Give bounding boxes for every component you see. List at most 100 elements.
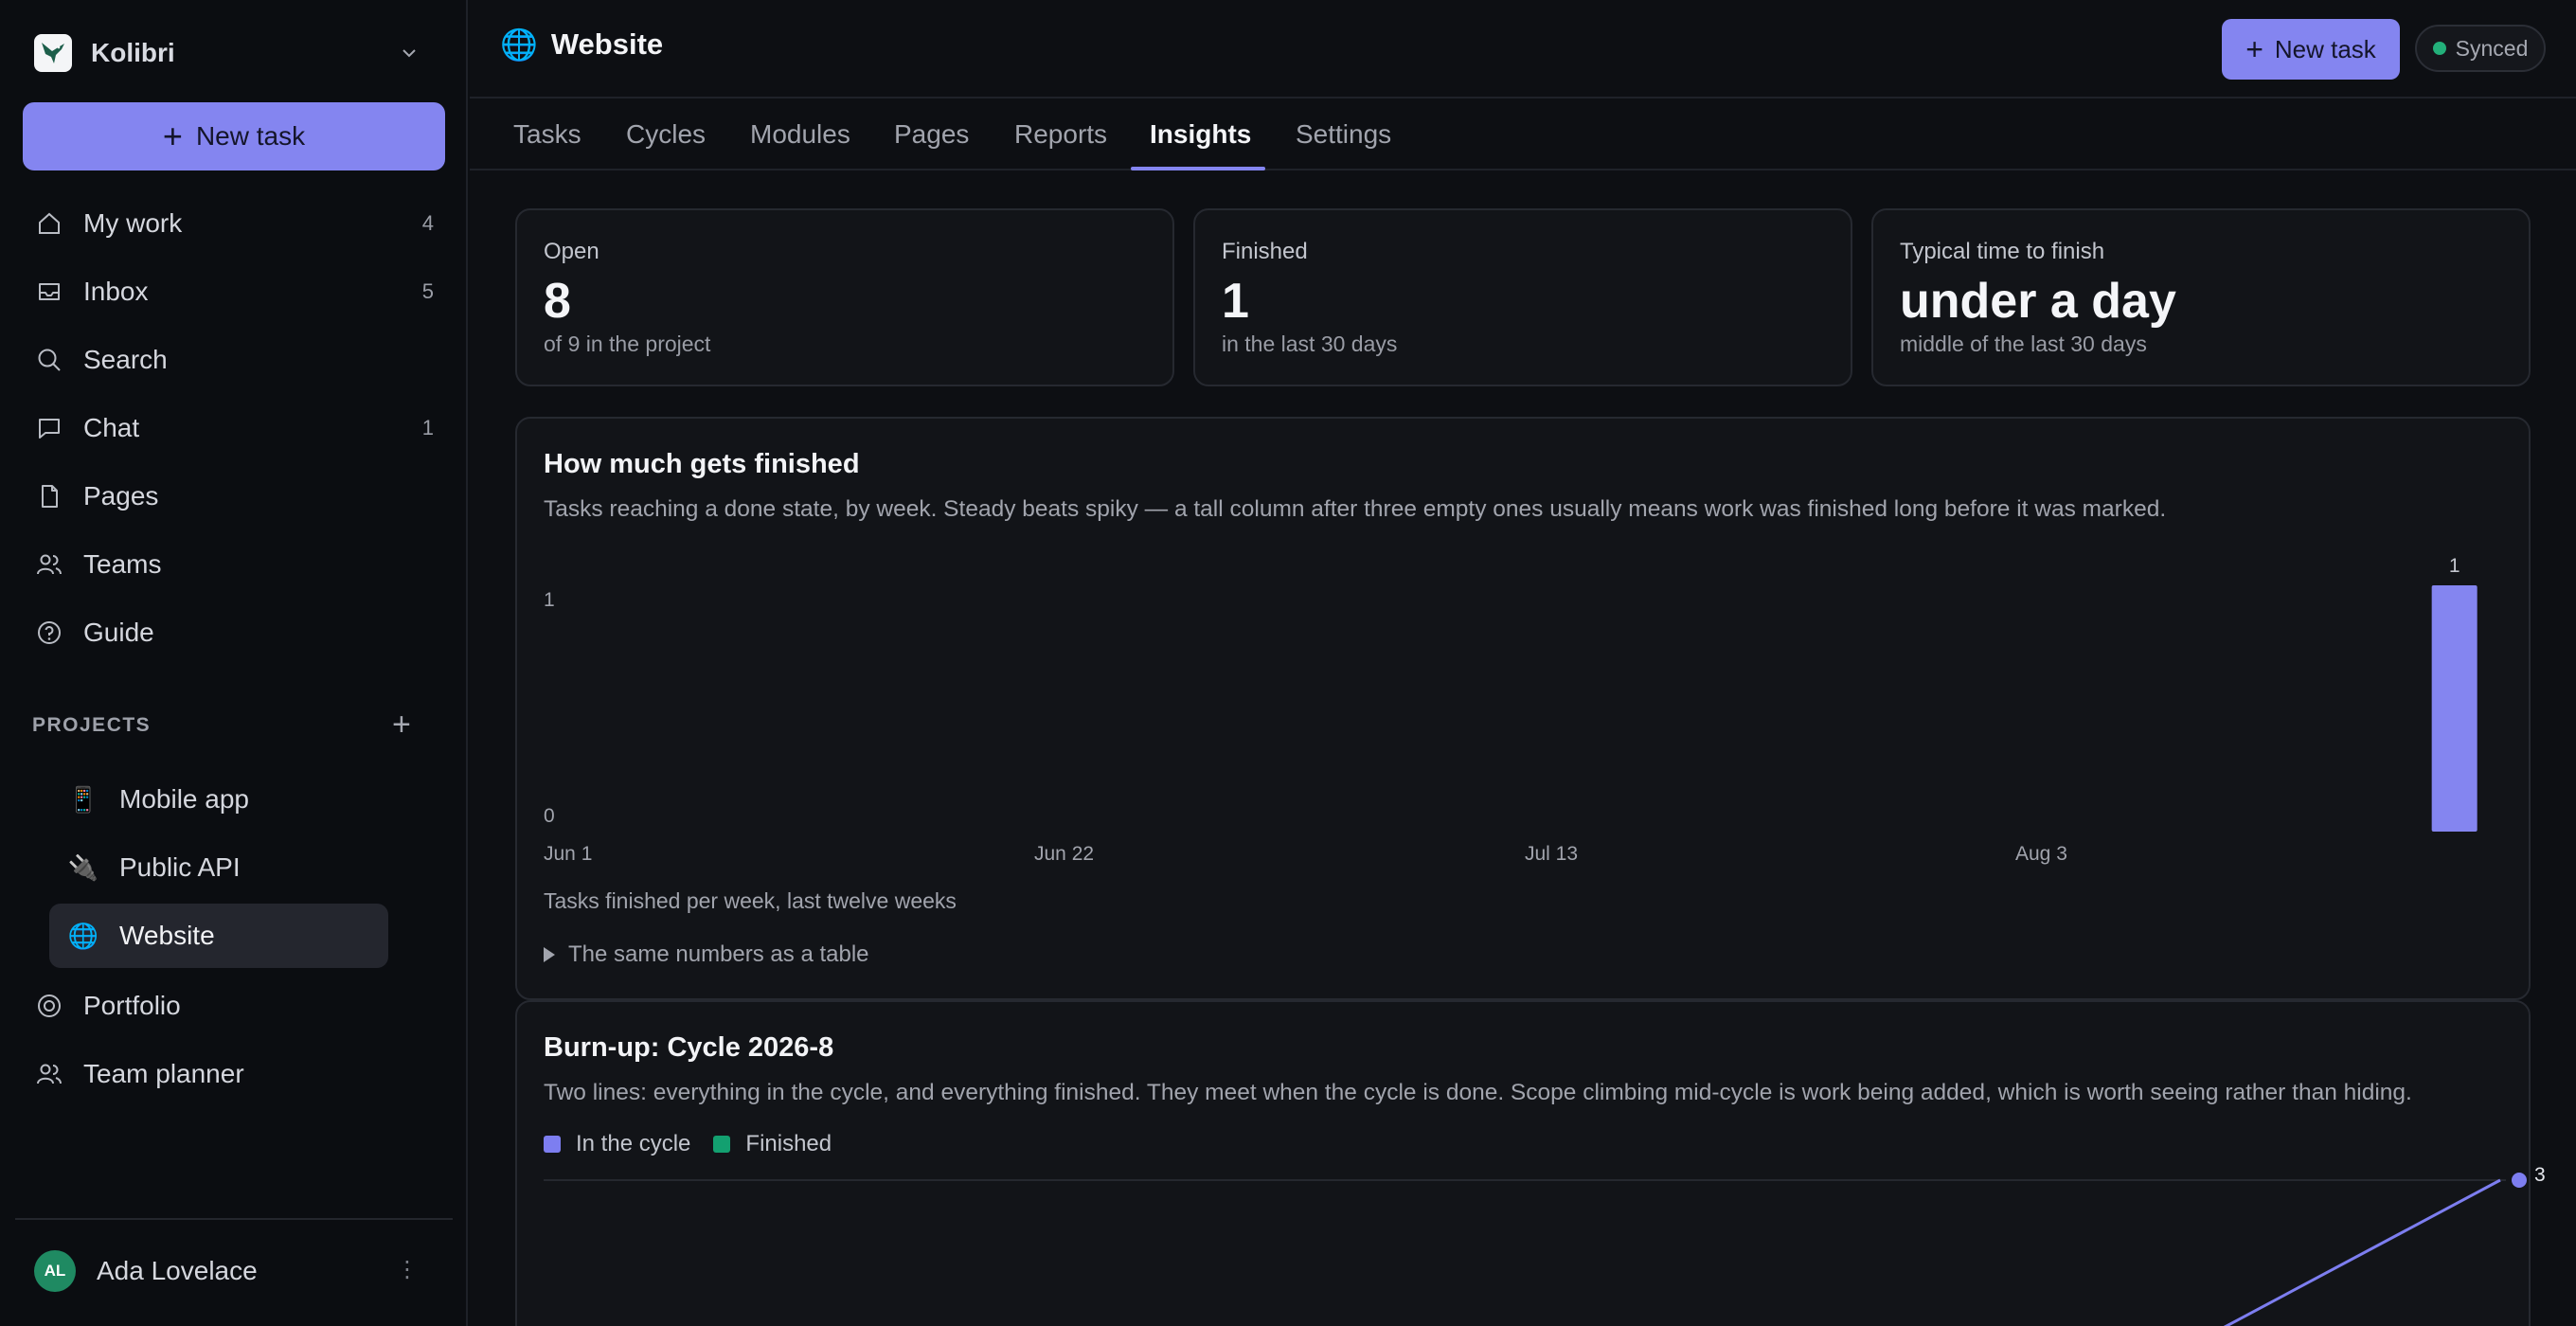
stat-subtext: middle of the last 30 days	[1900, 332, 2147, 356]
sidebar-item-label: My work	[83, 208, 183, 238]
sidebar-item-label: Team planner	[83, 1059, 244, 1088]
plus-icon: +	[2245, 32, 2263, 66]
sidebar-item-teams[interactable]: Teams	[34, 540, 441, 589]
count-badge: 5	[421, 279, 434, 303]
status-dot-icon	[2432, 42, 2446, 55]
chevron-down-icon[interactable]	[400, 44, 419, 67]
sidebar-item-label: Portfolio	[83, 991, 181, 1020]
project-item-mobile-app[interactable]: 📱 Mobile app	[49, 767, 388, 832]
plug-icon: 🔌	[67, 852, 99, 882]
page-title: 🌐 Website	[500, 27, 663, 63]
finished-bar-chart: 1 0 1 Jun 1 Jun 22 Jul 13 Aug 3	[544, 555, 2478, 865]
top-bar: 🌐 Website + New task Synced	[470, 0, 2576, 99]
projects-heading: PROJECTS	[32, 714, 152, 736]
tab-modules[interactable]: Modules	[750, 99, 850, 170]
sidebar-item-portfolio[interactable]: Portfolio	[34, 981, 441, 1030]
project-label: Mobile app	[119, 784, 249, 814]
sync-status-text: Synced	[2455, 35, 2529, 61]
hummingbird-logo-icon	[34, 34, 72, 72]
tab-insights[interactable]: Insights	[1150, 99, 1251, 170]
new-task-label: New task	[195, 121, 306, 151]
sidebar-item-my-work[interactable]: My work 4	[34, 199, 441, 248]
sidebar-item-label: Pages	[83, 481, 159, 511]
stat-card-time-to-finish: Typical time to finish under a day middl…	[1871, 208, 2531, 386]
sidebar-item-label: Chat	[83, 413, 140, 442]
project-label: Website	[119, 921, 215, 950]
home-icon	[34, 208, 64, 239]
project-label: Public API	[119, 852, 241, 882]
sidebar-item-guide[interactable]: Guide	[34, 608, 441, 657]
app-window: Kolibri + New task My work 4 Inbox 5 Sea…	[0, 0, 2576, 1326]
project-item-public-api[interactable]: 🔌 Public API	[49, 835, 388, 900]
inbox-icon	[34, 277, 64, 307]
workspace-switcher[interactable]: Kolibri	[34, 32, 432, 74]
bar	[2431, 585, 2478, 832]
main-content: 🌐 Website + New task Synced Tasks Cycles…	[470, 0, 2576, 1326]
page-icon	[34, 481, 64, 511]
sync-status-badge: Synced	[2415, 25, 2546, 72]
globe-icon: 🌐	[500, 27, 538, 62]
teams-icon	[34, 549, 64, 580]
x-tick-label: Jun 22	[1034, 843, 1094, 865]
user-name: Ada Lovelace	[97, 1256, 258, 1285]
bar-data-label: 1	[2449, 555, 2460, 577]
series-line-in-cycle	[2223, 1178, 2501, 1326]
x-tick-label: Jul 13	[1525, 843, 1578, 865]
page-title-text: Website	[550, 27, 664, 61]
count-badge: 4	[421, 211, 434, 235]
tab-settings[interactable]: Settings	[1296, 99, 1391, 170]
target-icon	[34, 991, 64, 1021]
more-icon[interactable]: ⋮	[396, 1256, 419, 1283]
stat-value: 1	[1222, 274, 1249, 329]
user-menu[interactable]: AL Ada Lovelace ⋮	[34, 1250, 432, 1292]
disclosure-triangle-icon	[544, 947, 555, 962]
phone-icon: 📱	[67, 784, 99, 814]
project-tabs: Tasks Cycles Modules Pages Reports Insig…	[470, 99, 2576, 170]
avatar: AL	[34, 1250, 76, 1292]
sidebar-item-search[interactable]: Search	[34, 335, 441, 385]
stat-label: Open	[544, 239, 599, 264]
sidebar-item-inbox[interactable]: Inbox 5	[34, 267, 441, 316]
tab-pages[interactable]: Pages	[894, 99, 969, 170]
add-project-button[interactable]: +	[392, 708, 411, 741]
sidebar: Kolibri + New task My work 4 Inbox 5 Sea…	[0, 0, 468, 1326]
sidebar-item-label: Teams	[83, 549, 162, 579]
plus-icon: +	[162, 116, 183, 155]
sidebar-item-label: Search	[83, 345, 168, 374]
burnup-section: Burn-up: Cycle 2026-8 Two lines: everyth…	[515, 1000, 2546, 1326]
stat-card-finished: Finished 1 in the last 30 days	[1193, 208, 1852, 386]
x-tick-label: Aug 3	[2015, 843, 2067, 865]
stat-subtext: of 9 in the project	[544, 332, 711, 356]
chat-icon	[34, 413, 64, 443]
stat-value: under a day	[1900, 274, 2176, 329]
finished-chart-section: How much gets finished Tasks reaching a …	[515, 417, 2531, 1000]
workspace-name: Kolibri	[91, 38, 175, 67]
stat-card-open: Open 8 of 9 in the project	[515, 208, 1174, 386]
active-tab-indicator	[1131, 167, 1265, 170]
new-task-button[interactable]: + New task	[23, 102, 445, 170]
stat-subtext: in the last 30 days	[1222, 332, 1398, 356]
tab-reports[interactable]: Reports	[1014, 99, 1107, 170]
project-item-website[interactable]: 🌐 Website	[49, 904, 388, 968]
count-badge: 1	[421, 416, 434, 439]
sidebar-item-team-planner[interactable]: Team planner	[34, 1049, 441, 1099]
table-toggle[interactable]: The same numbers as a table	[544, 941, 869, 968]
help-icon	[34, 618, 64, 648]
tab-tasks[interactable]: Tasks	[513, 99, 581, 170]
tab-cycles[interactable]: Cycles	[626, 99, 706, 170]
y-tick-label: 1	[544, 589, 555, 611]
sidebar-item-pages[interactable]: Pages	[34, 472, 441, 521]
stat-label: Finished	[1222, 239, 1308, 264]
people-icon	[34, 1059, 64, 1089]
x-tick-label: Jun 1	[544, 843, 592, 865]
search-icon	[34, 345, 64, 375]
chart-caption: Tasks finished per week, last twelve wee…	[544, 888, 957, 913]
new-task-button-top[interactable]: + New task	[2222, 19, 2400, 80]
burnup-line-chart: 3	[544, 1164, 2546, 1326]
sidebar-item-chat[interactable]: Chat 1	[34, 403, 441, 453]
table-toggle-label: The same numbers as a table	[568, 941, 869, 967]
new-task-label: New task	[2274, 34, 2376, 63]
series-end-point	[2512, 1173, 2527, 1188]
sidebar-divider	[15, 1218, 453, 1220]
sidebar-item-label: Guide	[83, 618, 154, 647]
